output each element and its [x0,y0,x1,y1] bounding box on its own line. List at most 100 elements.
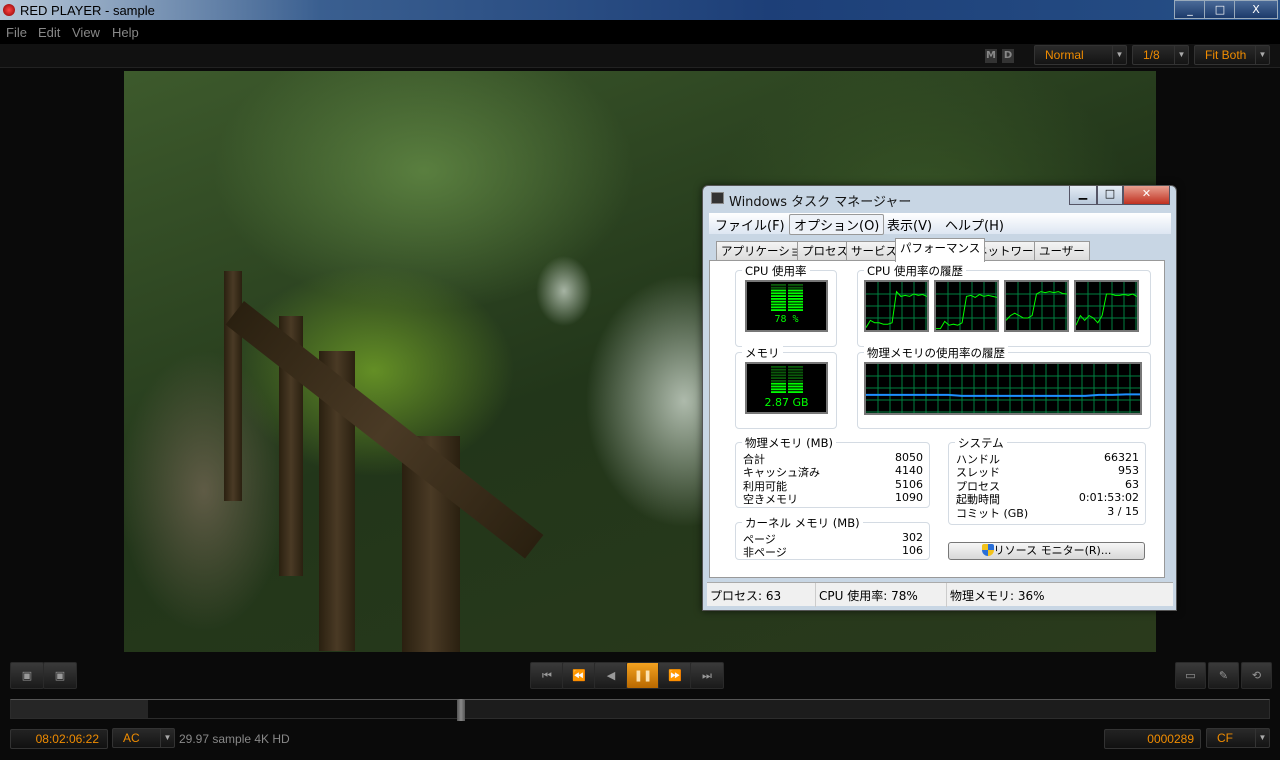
usage-line [866,393,1140,397]
memory-history-plot [866,364,1140,413]
stat-value: 4140 [895,464,923,478]
cpu-core-graph-plot [1005,282,1068,330]
memory-history-label: 物理メモリの使用率の履歴 [864,345,1008,361]
d-button[interactable]: D [1002,49,1014,63]
go-to-start-button[interactable]: ⏮ [530,662,564,689]
m-button[interactable]: M [985,49,997,63]
camera-r3d-icon: ▣ [54,669,66,682]
rewind-button[interactable]: ⏪ [562,662,596,689]
snapshot-r3d-button[interactable]: ▣ [43,662,77,689]
fast-forward-button[interactable]: ⏩ [658,662,692,689]
meter-segment [771,374,786,377]
resolution-value: 1/8 [1143,48,1160,62]
tools-button[interactable]: ✎ [1208,662,1239,689]
meter-segment [788,303,803,306]
usage-line [1075,293,1138,326]
tm-close-button[interactable]: ✕ [1123,186,1170,205]
meter-segment [771,306,786,309]
loop-button[interactable]: ⟲ [1241,662,1272,689]
fit-dropdown[interactable]: Fit Both ▼ [1194,45,1270,65]
minimize-button[interactable]: _ [1174,0,1206,19]
status-memory: 物理メモリ: 36% [950,589,1045,603]
fast-forward-icon: ⏩ [668,669,682,682]
stat-row: 空きメモリ 1090 [743,491,923,506]
cpu-core-graph-plot [936,282,998,330]
stat-value: 63 [1125,477,1139,491]
memory-meter: 2.87 GB [745,362,828,414]
timeline-playhead[interactable] [457,699,466,721]
frame-mode-value: CF [1217,731,1233,745]
timecode-display[interactable]: 08:02:06:22 [10,729,108,749]
meter-segment [788,388,803,391]
stat-row: コミット (GB) 3 / 15 [956,504,1139,520]
monitor-button[interactable]: ▭ [1175,662,1206,689]
tm-maximize-button[interactable]: □ [1097,186,1123,205]
snapshot-button[interactable]: ▣ [10,662,44,689]
cpu-usage-label: CPU 使用率 [742,263,810,279]
meter-segment [788,295,803,297]
stat-label: 非ページ [743,546,787,560]
frame-mode-dropdown[interactable]: CF ▼ [1206,728,1270,748]
meter-segment [771,289,786,292]
tab-users[interactable]: ユーザー [1034,241,1090,261]
tm-minimize-button[interactable]: ▁ [1069,186,1097,205]
tab-services[interactable]: サービス [846,241,902,261]
menu-edit[interactable]: Edit [38,25,60,40]
stat-row: 非ページ 106 [743,544,923,560]
frame-counter[interactable]: 0000289 [1104,729,1201,749]
meter-segment [788,382,803,385]
tm-menu-file[interactable]: ファイル(F) [711,215,789,234]
stat-value: 8050 [895,451,923,464]
meter-segment [771,388,786,391]
kernel-memory-label: カーネル メモリ (MB) [742,515,863,531]
stat-label: コミット (GB) [956,506,1029,520]
timecode-mode-dropdown[interactable]: AC ▼ [112,728,175,748]
step-back-button[interactable]: ◀ [594,662,628,689]
menu-help[interactable]: Help [112,25,139,40]
meter-segment [771,382,786,385]
stat-row: スレッド 953 [956,464,1139,479]
app-icon [3,4,15,16]
memory-meter-value: 2.87 GB [764,396,809,409]
cpu-core-graph-plot [1075,282,1138,330]
tm-menu-help[interactable]: ヘルプ(H) [941,215,1008,234]
chevron-down-icon: ▼ [160,729,174,747]
step-back-icon: ◀ [606,669,616,682]
stat-value: 302 [902,531,923,544]
meter-segment [771,309,786,311]
meter-segment [788,385,803,388]
system-label: システム [955,435,1007,451]
stat-value: 3 / 15 [1107,504,1139,518]
tab-processes[interactable]: プロセス [797,241,853,261]
tm-menu-view[interactable]: 表示(V) [883,215,936,234]
resolution-dropdown[interactable]: 1/8 ▼ [1132,45,1189,65]
go-to-end-button[interactable]: ⏭ [690,662,724,689]
restore-button[interactable]: □ [1204,0,1236,19]
meter-segment [788,300,803,303]
pause-button[interactable]: ❚❚ [626,662,660,689]
menu-view[interactable]: View [72,25,100,40]
meter-segment [771,295,786,297]
stat-value: 953 [1118,464,1139,478]
menu-file[interactable]: File [6,25,27,40]
close-button[interactable]: X [1234,0,1278,19]
meter-segment [771,391,786,393]
meter-segment [771,292,786,295]
meter-segment [771,298,786,300]
timeline-scrubber[interactable] [10,699,1270,721]
chevron-down-icon: ▼ [1174,46,1188,64]
timecode-mode-value: AC [123,731,140,745]
tm-menu-options[interactable]: オプション(O) [789,214,885,235]
stat-value: 1090 [895,491,923,505]
meter-segment [771,380,786,382]
chevron-down-icon: ▼ [1255,729,1269,747]
camera-icon: ▣ [21,669,33,682]
stat-row: 合計 8050 [743,451,923,466]
playback-mode-dropdown[interactable]: Normal ▼ [1034,45,1127,65]
resource-monitor-button[interactable]: リソース モニター(R)... [948,542,1145,560]
chevron-down-icon: ▼ [1255,46,1269,64]
timeline-played [148,700,462,718]
tab-performance[interactable]: パフォーマンス [895,238,986,262]
status-processes: プロセス: 63 [710,589,782,603]
meter-segment [771,303,786,306]
